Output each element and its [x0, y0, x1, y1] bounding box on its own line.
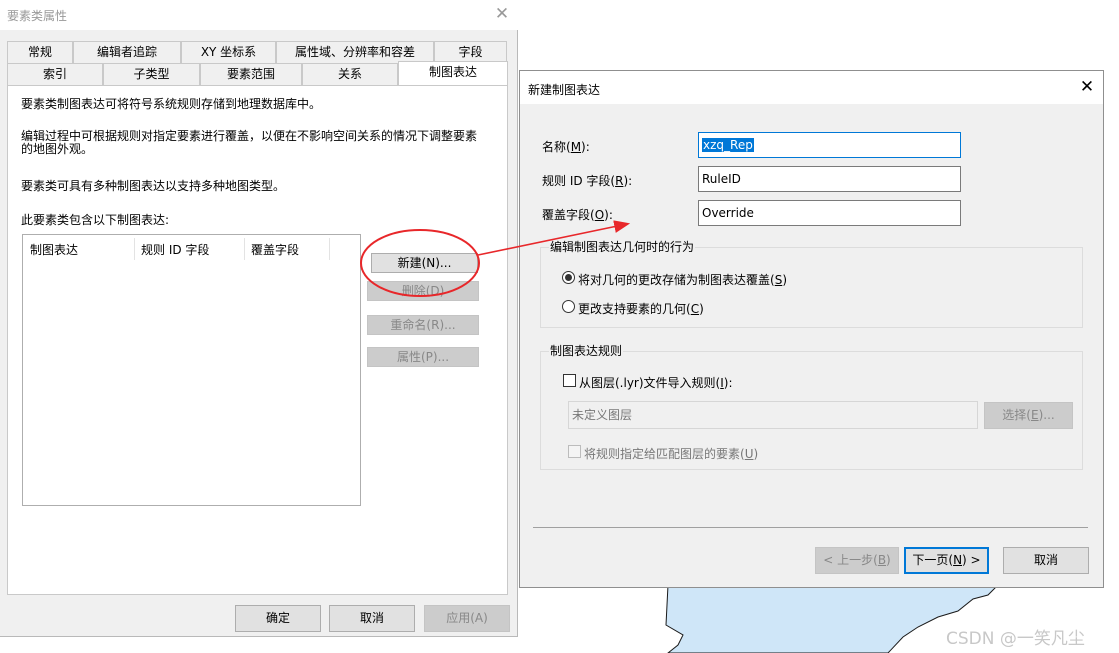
assign-rules-label[interactable]: 将规则指定给匹配图层的要素(U)	[584, 445, 758, 462]
list-label: 此要素类包含以下制图表达:	[21, 213, 170, 227]
new-representation-dialog: 新建制图表达 ✕ 名称(M): xzq_Rep 规则 ID 字段(R): Rul…	[519, 70, 1104, 588]
watermark: CSDN @一笑凡尘	[946, 629, 1085, 649]
next-button[interactable]: 下一页(N) >	[904, 547, 989, 574]
column-divider	[329, 238, 330, 260]
tab-xy-coordinate-system[interactable]: XY 坐标系	[181, 41, 276, 63]
rename-button[interactable]: 重命名(R)...	[367, 315, 479, 335]
representation-rules-group: 制图表达规则 从图层(.lyr)文件导入规则(I): 未定义图层 选择(E)..…	[540, 344, 1083, 470]
description-text-1: 要素类制图表达可将符号系统规则存储到地理数据库中。	[21, 97, 322, 111]
title-bar: 要素类属性 ✕	[0, 0, 518, 30]
tab-domain-resolution-tolerance[interactable]: 属性域、分辨率和容差	[276, 41, 434, 63]
override-field-label: 覆盖字段(O):	[542, 208, 613, 222]
name-label: 名称(M):	[542, 140, 590, 154]
representations-list[interactable]: 制图表达 规则 ID 字段 覆盖字段	[22, 234, 361, 506]
tab-relationships[interactable]: 关系	[302, 63, 398, 85]
tab-editor-tracking[interactable]: 编辑者追踪	[73, 41, 181, 63]
tab-representations[interactable]: 制图表达	[398, 61, 508, 85]
ok-button[interactable]: 确定	[235, 605, 321, 632]
footer-divider	[533, 527, 1088, 528]
tab-feature-extent[interactable]: 要素范围	[200, 63, 302, 85]
delete-button[interactable]: 删除(D)	[367, 281, 479, 301]
layer-file-input[interactable]: 未定义图层	[568, 401, 978, 429]
cancel-button[interactable]: 取消	[1003, 547, 1089, 574]
store-as-override-radio[interactable]	[562, 271, 575, 284]
apply-button[interactable]: 应用(A)	[424, 605, 510, 632]
assign-rules-checkbox[interactable]	[568, 445, 581, 458]
feature-class-properties-dialog: 要素类属性 ✕ 常规 编辑者追踪 XY 坐标系 属性域、分辨率和容差 字段 索引…	[0, 0, 518, 637]
tab-subtypes[interactable]: 子类型	[103, 63, 200, 85]
name-input[interactable]: xzq_Rep	[698, 132, 961, 158]
column-header-override-field[interactable]: 覆盖字段	[251, 241, 299, 258]
group-label: 编辑制图表达几何时的行为	[549, 240, 696, 254]
name-input-value: xzq_Rep	[702, 138, 754, 152]
tab-fields[interactable]: 字段	[434, 41, 507, 63]
representations-tab-panel: 要素类制图表达可将符号系统规则存储到地理数据库中。 编辑过程中可根据规则对指定要…	[7, 85, 508, 595]
description-text-2-line-2: 的地图外观。	[21, 142, 94, 156]
dialog-title: 新建制图表达	[528, 83, 601, 97]
override-field-input[interactable]: Override	[698, 200, 961, 226]
select-layer-button[interactable]: 选择(E)...	[984, 402, 1073, 429]
tab-general[interactable]: 常规	[7, 41, 73, 63]
radio-selected-dot	[565, 274, 572, 281]
store-as-override-label[interactable]: 将对几何的更改存储为制图表达覆盖(S)	[578, 271, 787, 288]
properties-button[interactable]: 属性(P)...	[367, 347, 479, 367]
change-geometry-label[interactable]: 更改支持要素的几何(C)	[578, 300, 704, 317]
description-text-3: 要素类可具有多种制图表达以支持多种地图类型。	[21, 179, 286, 193]
edit-behavior-group: 编辑制图表达几何时的行为 将对几何的更改存储为制图表达覆盖(S) 更改支持要素的…	[540, 240, 1083, 328]
back-button[interactable]: < 上一步(B)	[815, 547, 899, 574]
new-representation-button[interactable]: 新建(N)...	[371, 253, 478, 273]
column-header-rule-id-field[interactable]: 规则 ID 字段	[141, 241, 209, 258]
close-icon[interactable]: ✕	[493, 4, 511, 24]
close-icon[interactable]: ✕	[1077, 77, 1097, 97]
column-header-representation[interactable]: 制图表达	[30, 241, 78, 258]
cancel-button[interactable]: 取消	[329, 605, 415, 632]
rule-id-field-label: 规则 ID 字段(R):	[542, 174, 633, 188]
import-rules-checkbox[interactable]	[563, 374, 576, 387]
tab-indexes[interactable]: 索引	[7, 63, 103, 85]
column-divider	[244, 238, 245, 260]
rule-id-field-input[interactable]: RuleID	[698, 166, 961, 192]
change-geometry-radio[interactable]	[562, 300, 575, 313]
group-label: 制图表达规则	[549, 344, 624, 358]
import-rules-label[interactable]: 从图层(.lyr)文件导入规则(I):	[579, 374, 733, 391]
title-bar: 新建制图表达 ✕	[520, 71, 1103, 104]
dialog-title: 要素类属性	[7, 9, 68, 23]
column-divider	[134, 238, 135, 260]
